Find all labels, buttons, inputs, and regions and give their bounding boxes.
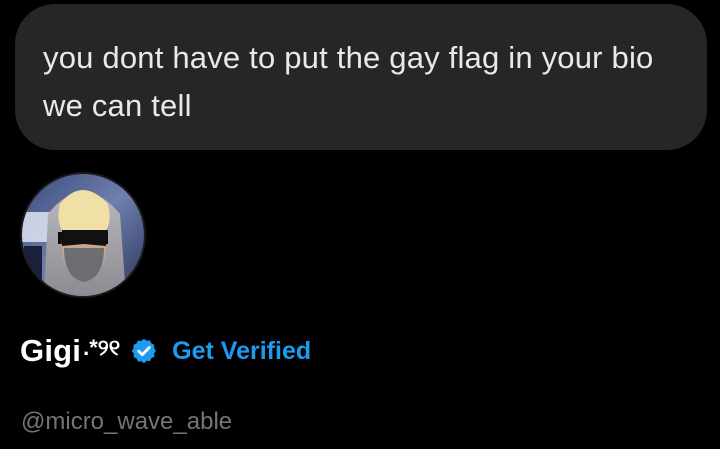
display-name-symbols: .*୨୧ — [83, 335, 121, 360]
avatar-image — [22, 174, 144, 296]
user-handle: @micro_wave_able — [21, 408, 233, 435]
verified-badge-icon — [130, 337, 158, 365]
profile-name-row: Gigi .*୨୧ Get Verified — [20, 331, 311, 371]
display-name: Gigi — [20, 333, 82, 368]
avatar[interactable] — [20, 172, 146, 298]
message-text: you dont have to put the gay flag in you… — [43, 40, 654, 123]
get-verified-link[interactable]: Get Verified — [172, 337, 311, 366]
message-bubble: you dont have to put the gay flag in you… — [15, 4, 707, 150]
